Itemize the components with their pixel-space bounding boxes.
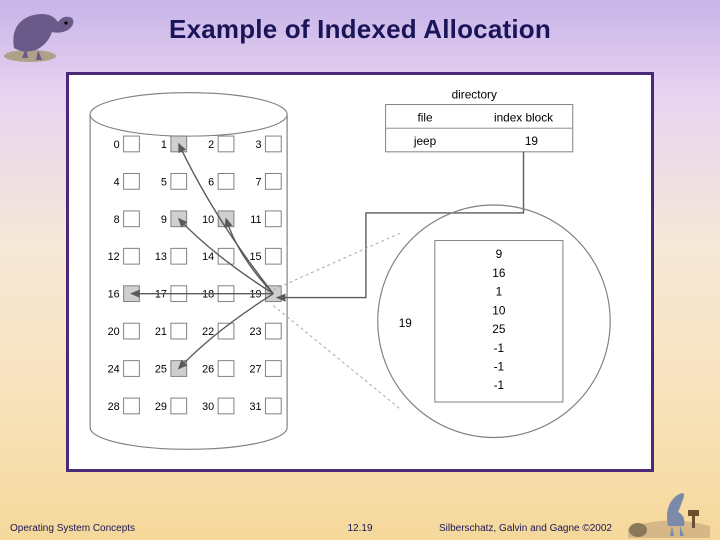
disk-block-label: 12	[108, 251, 120, 263]
disk-block-label: 19	[249, 289, 261, 301]
index-block-entry: -1	[494, 341, 505, 355]
projection-line-bottom	[273, 305, 401, 409]
disk-block-label: 10	[202, 214, 214, 226]
directory-box: directory file index block jeep 19	[386, 88, 573, 152]
disk-block-label: 11	[250, 214, 261, 226]
footer-center: 12.19	[347, 523, 372, 534]
disk-block	[265, 211, 281, 227]
disk-block	[124, 398, 140, 414]
disk-block-label: 3	[255, 139, 261, 151]
disk-block	[171, 323, 187, 339]
disk-block-label: 24	[108, 363, 120, 375]
disk-block-label: 7	[255, 176, 261, 188]
disk-block-label: 29	[155, 401, 167, 413]
disk-block	[218, 136, 234, 152]
disk-block-label: 21	[155, 326, 167, 338]
disk-block-label: 9	[161, 214, 167, 226]
slide-title: Example of Indexed Allocation	[0, 0, 720, 45]
disk-block-label: 1	[161, 139, 167, 151]
footer-left: Operating System Concepts	[10, 523, 135, 534]
disk-block-label: 20	[108, 326, 120, 338]
disk-block	[218, 398, 234, 414]
dir-entry-file: jeep	[413, 134, 437, 148]
disk-block	[124, 136, 140, 152]
disk-block	[171, 248, 187, 264]
disk-block-label: 6	[208, 176, 214, 188]
index-block-entry: -1	[494, 378, 505, 392]
disk-block	[124, 174, 140, 190]
dir-header-file: file	[417, 110, 433, 124]
disk-block-label: 14	[202, 251, 214, 263]
footer-right: Silberschatz, Galvin and Gagne ©2002	[439, 523, 612, 534]
disk-block	[171, 398, 187, 414]
disk-block-label: 4	[114, 176, 120, 188]
disk-block-label: 26	[202, 363, 214, 375]
disk-block-label: 2	[208, 139, 214, 151]
disk-block	[124, 248, 140, 264]
disk-block	[218, 174, 234, 190]
dir-header-index: index block	[494, 110, 553, 124]
disk-block-label: 27	[249, 363, 261, 375]
disk-block	[124, 323, 140, 339]
dir-entry-index: 19	[525, 134, 539, 148]
disk-block-label: 0	[114, 139, 120, 151]
disk-block	[171, 174, 187, 190]
disk-block	[124, 211, 140, 227]
disk-block	[265, 323, 281, 339]
disk-block-label: 16	[108, 289, 120, 301]
index-block-entry: 25	[492, 322, 506, 336]
index-block-pointer-label: 19	[399, 316, 413, 330]
index-block-entry: 16	[492, 266, 506, 280]
disk-block-label: 18	[202, 289, 214, 301]
disk-block	[265, 398, 281, 414]
disk-block	[218, 361, 234, 377]
disk-block-label: 31	[249, 401, 261, 413]
disk-block	[124, 361, 140, 377]
disk-block-label: 22	[202, 326, 214, 338]
directory-label: directory	[452, 88, 497, 102]
disk-block-label: 23	[249, 326, 261, 338]
index-block-magnified: 19 9 16 1 10 25 -1 -1 -1	[378, 205, 610, 437]
disk-block-label: 13	[155, 251, 167, 263]
index-block-entry: -1	[494, 360, 505, 374]
disk-block-label: 30	[202, 401, 214, 413]
disk-block-label: 15	[249, 251, 261, 263]
disk-block	[265, 248, 281, 264]
slide-footer: Operating System Concepts 12.19 Silbersc…	[0, 523, 720, 534]
index-block-entry: 1	[496, 285, 503, 299]
disk-block	[265, 136, 281, 152]
disk-block-label: 25	[155, 363, 167, 375]
indexed-allocation-diagram: 0123456789101112131415161718192021222324…	[66, 72, 654, 472]
disk-block	[265, 174, 281, 190]
dinosaur-top-left-icon	[2, 4, 92, 64]
disk-block-grid: 0123456789101112131415161718192021222324…	[108, 136, 282, 414]
disk-block-label: 17	[155, 289, 167, 301]
disk-block	[265, 361, 281, 377]
index-block-entry: 10	[492, 303, 506, 317]
disk-block-label: 5	[161, 176, 167, 188]
projection-line-top	[273, 233, 401, 290]
disk-block-label: 28	[108, 401, 120, 413]
disk-block-label: 8	[114, 214, 120, 226]
index-block-entry: 9	[496, 247, 503, 261]
